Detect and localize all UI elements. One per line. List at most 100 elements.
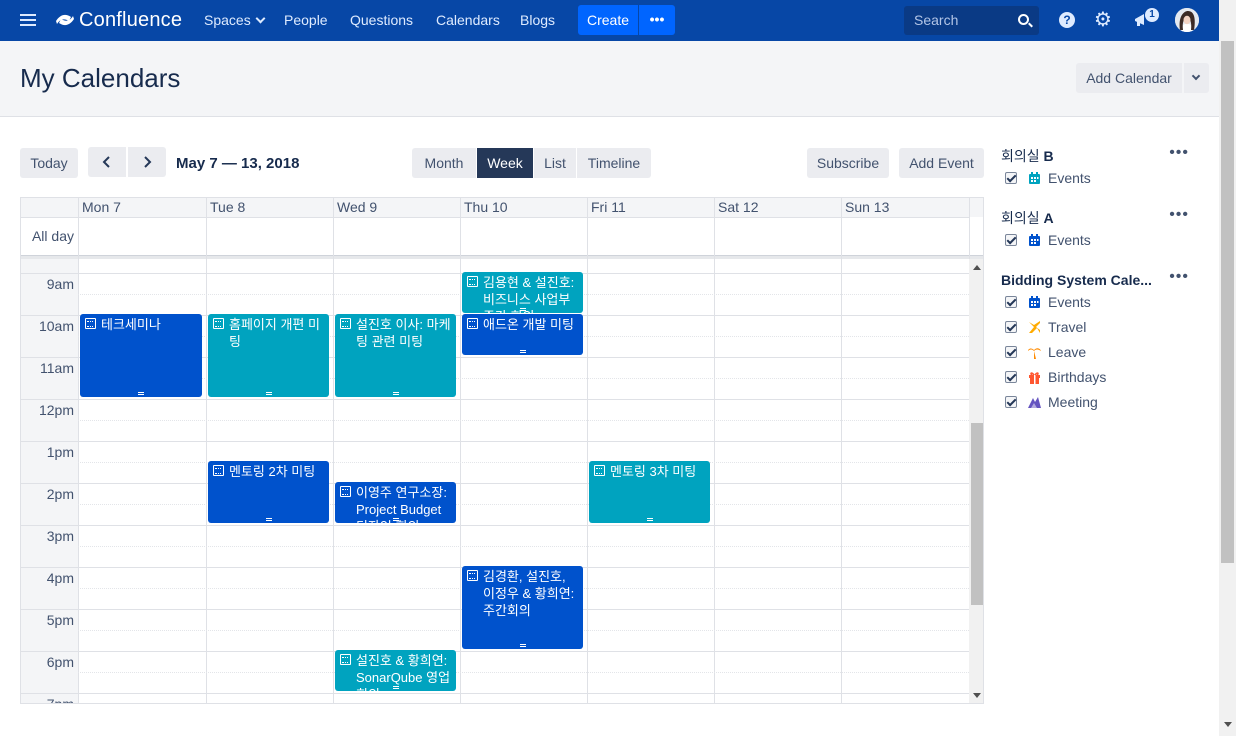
create-button[interactable]: Create (578, 5, 638, 35)
calendar-icon (1029, 234, 1040, 246)
checkbox[interactable] (1005, 234, 1017, 246)
search-input[interactable]: Search (904, 6, 1039, 35)
event-title: 멘토링 2차 미팅 (229, 464, 316, 479)
calendar-event[interactable]: 김용현 & 설진호: 비즈니스 사업부 주간 회의 (462, 272, 583, 313)
create-more-button[interactable]: ••• (639, 5, 675, 35)
sidebar-calendar-item[interactable]: Travel (1001, 315, 1201, 340)
calendar-icon (1029, 296, 1040, 308)
day-header-fri: Fri 11 (587, 198, 714, 217)
calendar-event[interactable]: 테크세미나 (80, 314, 202, 397)
view-month-button[interactable]: Month (412, 148, 476, 178)
more-options-icon[interactable]: ••• (1169, 269, 1189, 285)
more-options-icon[interactable]: ••• (1169, 145, 1189, 161)
nav-blogs[interactable]: Blogs (520, 12, 555, 28)
scroll-up-icon[interactable] (973, 265, 981, 270)
calendar-event[interactable]: 애드온 개발 미팅 (462, 314, 583, 355)
calendar-icon (467, 276, 478, 287)
resize-handle-icon[interactable] (392, 392, 399, 395)
calendar-event[interactable]: 설진호 & 황희연: SonarQube 영업 회의 (335, 650, 456, 691)
week-calendar: Mon 7 Tue 8 Wed 9 Thu 10 Fri 11 Sat 12 S… (20, 197, 984, 704)
calendar-event[interactable]: 멘토링 3차 미팅 (589, 461, 710, 523)
event-title: 김경환, 설진호, 이정우 & 황희연: 주간회의 (483, 569, 575, 618)
view-week-button[interactable]: Week (477, 148, 533, 178)
day-header-tue: Tue 8 (206, 198, 333, 217)
checkbox[interactable] (1005, 296, 1017, 308)
view-list-button[interactable]: List (534, 148, 576, 178)
nav-calendars[interactable]: Calendars (436, 12, 500, 28)
page-scrollbar[interactable] (1219, 0, 1236, 736)
view-timeline-button[interactable]: Timeline (577, 148, 651, 178)
sidebar-calendar-item[interactable]: Birthdays (1001, 365, 1201, 390)
resize-handle-icon[interactable] (519, 308, 526, 311)
hour-label: 6pm (46, 654, 74, 670)
calendar-icon (467, 570, 478, 581)
gear-icon[interactable]: ⚙ (1094, 10, 1112, 30)
resize-handle-icon[interactable] (646, 518, 653, 521)
hour-line (21, 483, 969, 484)
sidebar-calendar-item[interactable]: Events (1001, 166, 1201, 191)
calendar-event[interactable]: 홈페이지 개편 미팅 (208, 314, 329, 397)
allday-divider (21, 255, 983, 259)
nav-people[interactable]: People (284, 12, 328, 28)
checkbox[interactable] (1005, 396, 1017, 408)
add-calendar-dropdown[interactable] (1184, 63, 1209, 93)
page-scrollbar-thumb[interactable] (1221, 41, 1234, 563)
hour-label: 9am (46, 276, 74, 292)
next-week-button[interactable] (128, 147, 166, 177)
calendar-scrollbar[interactable] (969, 259, 983, 703)
avatar[interactable] (1175, 8, 1199, 32)
resize-handle-icon[interactable] (392, 518, 399, 521)
chevron-left-icon (102, 156, 110, 168)
search-icon (1018, 14, 1029, 25)
sidebar-calendar-item[interactable]: Meeting (1001, 390, 1201, 415)
calendar-event[interactable]: 김경환, 설진호, 이정우 & 황희연: 주간회의 (462, 566, 583, 649)
plane-icon (1029, 321, 1040, 333)
calendar-event[interactable]: 멘토링 2차 미팅 (208, 461, 329, 523)
subscribe-button[interactable]: Subscribe (807, 148, 889, 178)
sidebar-item-label: Travel (1048, 319, 1087, 335)
previous-week-button[interactable] (88, 147, 126, 177)
checkbox[interactable] (1005, 371, 1017, 383)
sidebar-calendar-item[interactable]: Leave (1001, 340, 1201, 365)
calendar-icon (594, 465, 605, 476)
hour-label: 5pm (46, 612, 74, 628)
event-title: 멘토링 3차 미팅 (610, 464, 697, 479)
calendar-scrollbar-thumb[interactable] (971, 423, 983, 605)
today-button[interactable]: Today (20, 148, 78, 178)
menu-icon[interactable] (20, 11, 36, 29)
resize-handle-icon[interactable] (138, 392, 144, 395)
add-calendar-button[interactable]: Add Calendar (1076, 63, 1182, 93)
resize-handle-icon[interactable] (265, 518, 272, 521)
help-icon[interactable]: ? (1059, 12, 1075, 28)
event-title: 이영주 연구소장: Project Budget 디자인 회의 (356, 485, 447, 523)
calendar-event[interactable]: 이영주 연구소장: Project Budget 디자인 회의 (335, 482, 456, 523)
scroll-down-icon[interactable] (973, 693, 981, 698)
nav-spaces[interactable]: Spaces (204, 12, 266, 28)
calendar-group-title-prefix: 회의실 (1001, 148, 1044, 164)
half-hour-line (78, 420, 969, 421)
calendar-icon (467, 318, 478, 329)
resize-handle-icon[interactable] (392, 686, 399, 689)
sidebar-item-label: Events (1048, 294, 1091, 310)
allday-label: All day (31, 228, 74, 244)
confluence-logo[interactable]: Confluence (56, 8, 182, 32)
checkbox[interactable] (1005, 172, 1017, 184)
hour-line (21, 441, 969, 442)
palm-tree-icon (1028, 348, 1041, 359)
calendar-icon (340, 654, 351, 665)
half-hour-line (78, 546, 969, 547)
resize-handle-icon[interactable] (519, 350, 526, 353)
nav-questions[interactable]: Questions (350, 12, 413, 28)
scroll-down-icon[interactable] (1224, 722, 1232, 727)
sidebar-calendar-group: 회의실 A ••• Events (1001, 207, 1201, 253)
checkbox[interactable] (1005, 346, 1017, 358)
add-event-button[interactable]: Add Event (899, 148, 984, 178)
resize-handle-icon[interactable] (265, 392, 272, 395)
resize-handle-icon[interactable] (519, 644, 526, 647)
sidebar-calendar-item[interactable]: Events (1001, 228, 1201, 253)
checkbox[interactable] (1005, 321, 1017, 333)
allday-row[interactable] (21, 217, 969, 255)
sidebar-calendar-item[interactable]: Events (1001, 290, 1201, 315)
more-options-icon[interactable]: ••• (1169, 207, 1189, 223)
calendar-event[interactable]: 설진호 이사: 마케팅 관련 미팅 (335, 314, 456, 397)
